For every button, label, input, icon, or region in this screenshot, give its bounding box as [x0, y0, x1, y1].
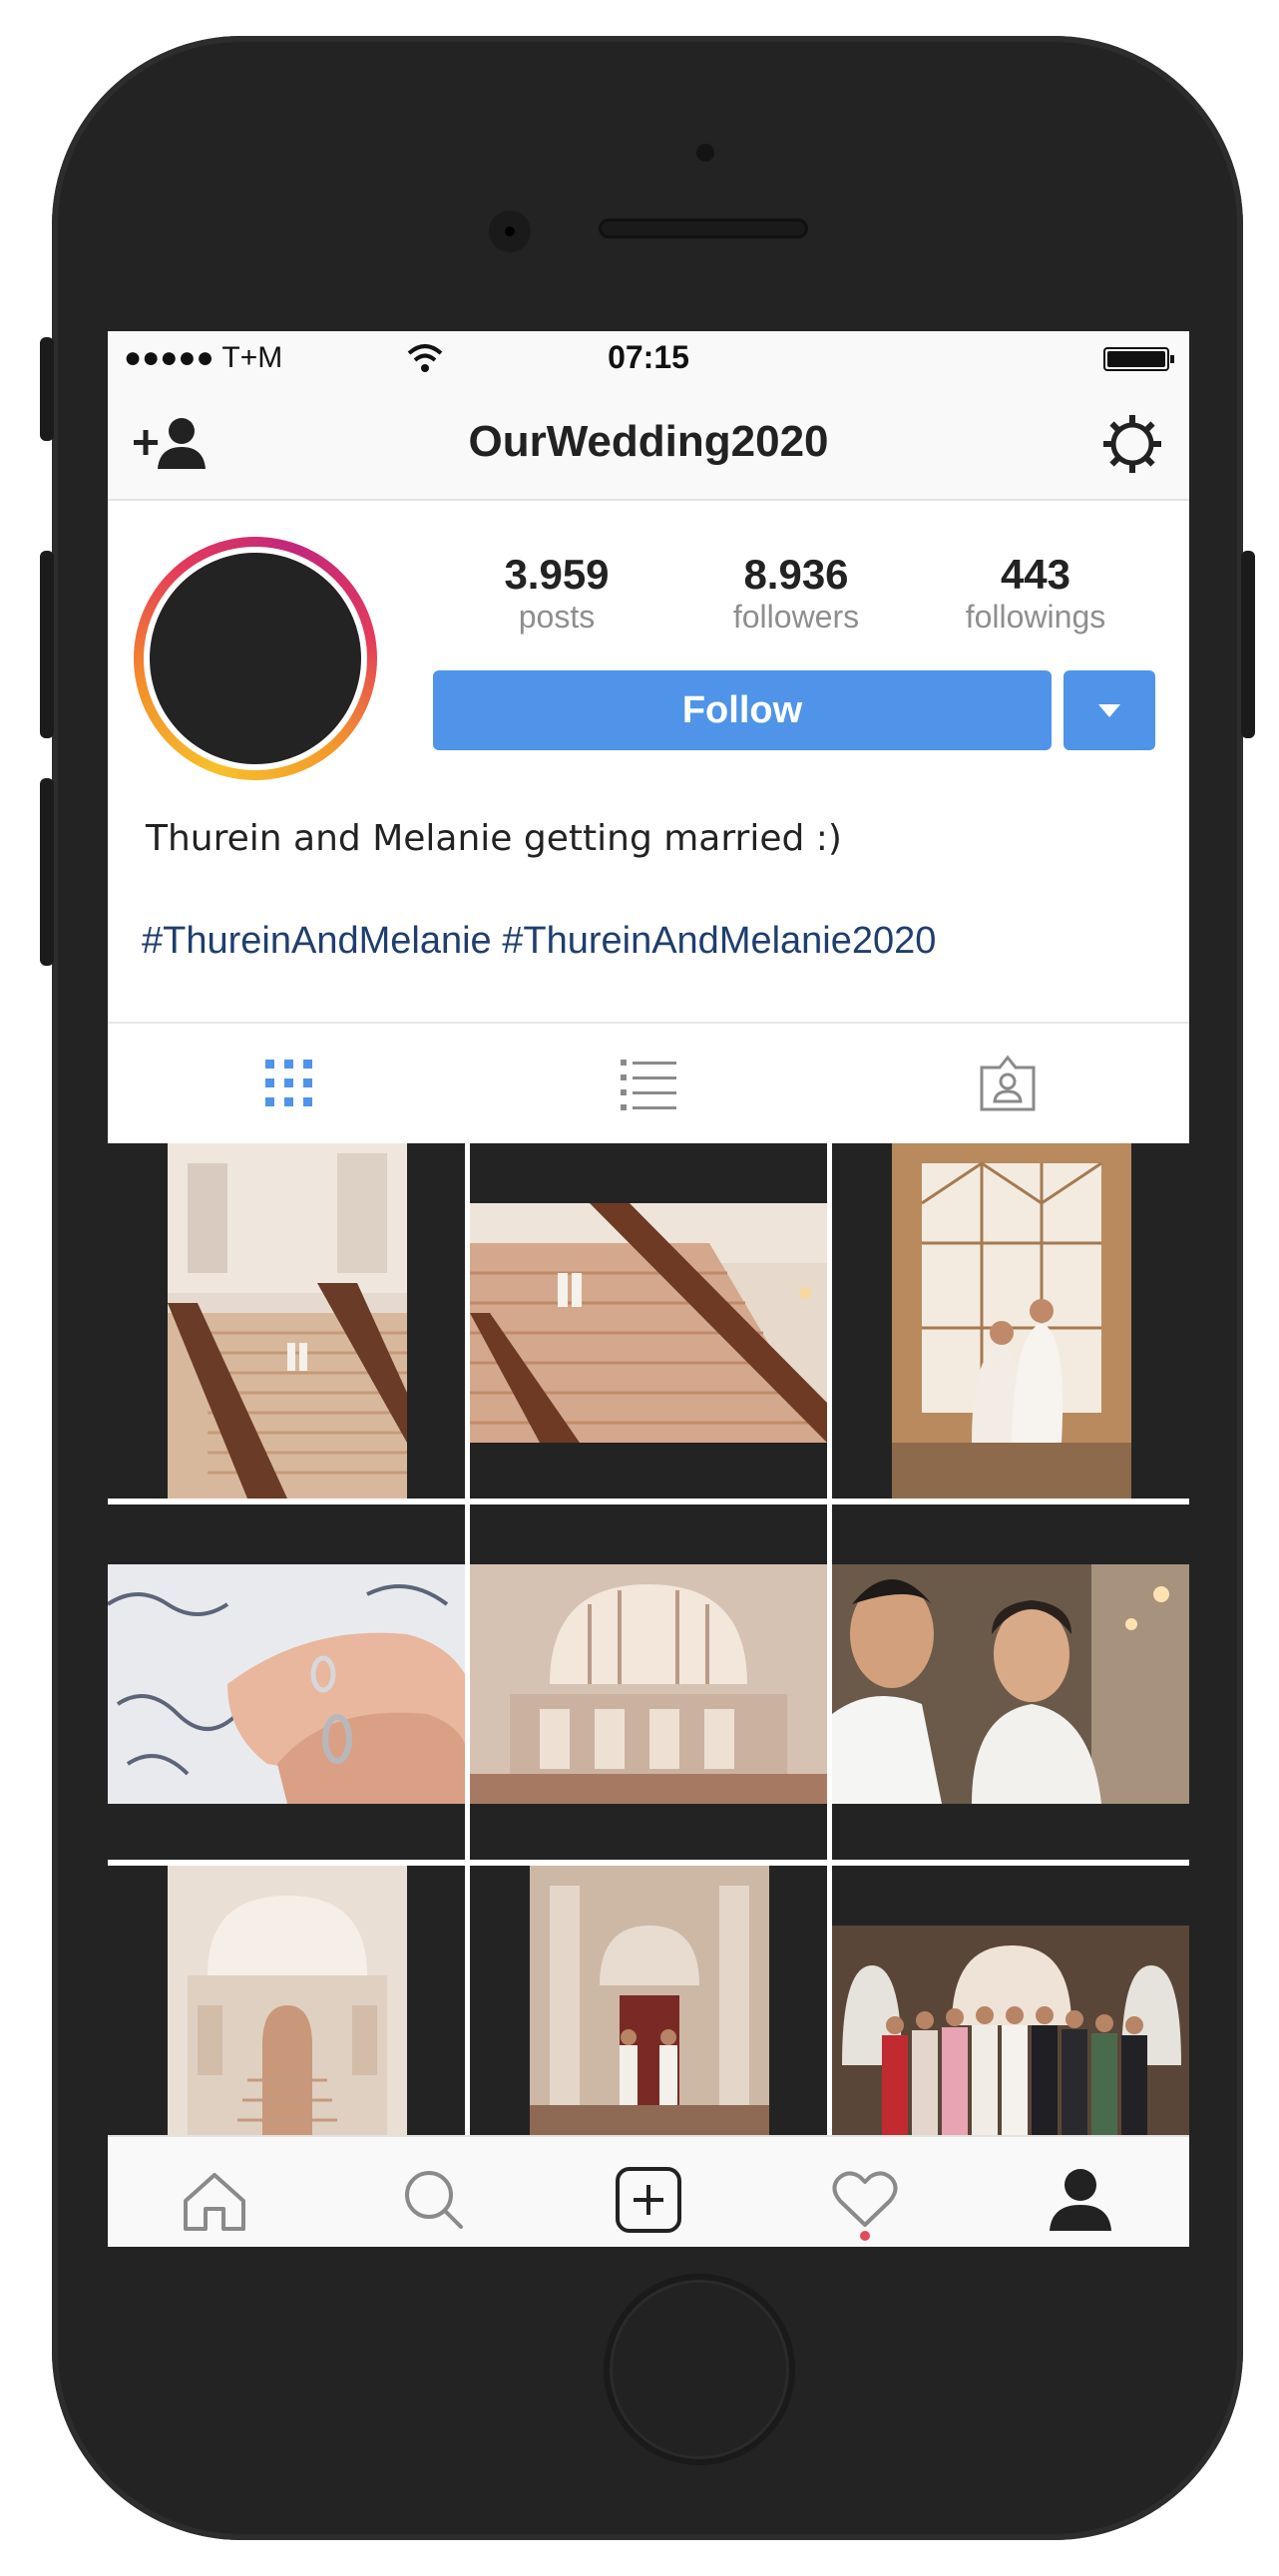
mute-switch[interactable]: [40, 337, 54, 441]
home-icon[interactable]: [180, 2167, 249, 2233]
hall-staircase: [168, 1866, 407, 2135]
stat-posts[interactable]: 3.959 posts: [457, 551, 656, 636]
add-post-icon[interactable]: [614, 2167, 683, 2233]
hands-with-rings: [108, 1564, 465, 1804]
volume-down-button[interactable]: [40, 778, 54, 966]
tagged-icon[interactable]: [978, 1054, 1038, 1113]
stat-followers[interactable]: 8.936 followers: [696, 551, 896, 636]
family-group-photo: [832, 1926, 1189, 2135]
stat-followings[interactable]: 443 followings: [936, 551, 1135, 636]
suggestions-dropdown-button[interactable]: [1064, 670, 1155, 750]
bio-text: Thurein and Melanie getting married :): [146, 818, 842, 859]
photo-tile[interactable]: [832, 1504, 1189, 1860]
home-button[interactable]: [604, 2274, 795, 2465]
photo-tile[interactable]: [470, 1866, 827, 2135]
couple-close-up: [832, 1564, 1189, 1804]
photo-tile[interactable]: [832, 1866, 1189, 2135]
grid-icon[interactable]: [259, 1054, 319, 1113]
grand-staircase-vertical: [168, 1143, 407, 1499]
stat-value: 3.959: [504, 551, 610, 598]
nav-bar: OurWedding2020: [108, 385, 1189, 501]
sensor: [696, 144, 714, 162]
status-bar: ●●●●● T+M 07:15: [108, 331, 1189, 385]
rotunda-interior: [470, 1564, 827, 1804]
stat-label: followings: [965, 599, 1106, 635]
content-tabs: [108, 1022, 1189, 1145]
photo-tile[interactable]: [470, 1143, 827, 1499]
grand-staircase-couple: [470, 1203, 827, 1443]
photo-tile[interactable]: [108, 1866, 465, 2135]
battery-icon: [1103, 347, 1174, 371]
screen: ●●●●● T+M 07:15 OurWedding2020 3.959 pos…: [108, 331, 1189, 2247]
earpiece-speaker: [599, 218, 808, 238]
photo-grid: [108, 1143, 1189, 2135]
photo-tile[interactable]: [470, 1504, 827, 1860]
stat-label: followers: [732, 599, 860, 635]
couple-in-doorway: [530, 1866, 769, 2135]
page-title: OurWedding2020: [468, 417, 829, 466]
list-icon[interactable]: [619, 1054, 678, 1113]
photo-tile[interactable]: [108, 1143, 465, 1499]
profile-section: 3.959 posts 8.936 followers 443 followin…: [108, 501, 1189, 1020]
search-icon[interactable]: [399, 2167, 469, 2233]
notification-dot: [860, 2231, 870, 2241]
stat-value: 443: [1000, 551, 1071, 598]
story-ring[interactable]: [134, 537, 377, 780]
front-camera: [489, 211, 531, 252]
avatar[interactable]: [144, 547, 367, 770]
stat-label: posts: [518, 599, 596, 635]
profile-icon[interactable]: [1046, 2167, 1115, 2233]
hashtags-link[interactable]: #ThureinAndMelanie #ThureinAndMelanie202…: [142, 920, 936, 963]
power-button[interactable]: [1241, 551, 1255, 738]
clock: 07:15: [608, 339, 689, 375]
bottom-tab-bar: [108, 2135, 1189, 2247]
photo-tile[interactable]: [108, 1504, 465, 1860]
follow-button[interactable]: Follow: [433, 670, 1052, 750]
stat-value: 8.936: [743, 551, 849, 598]
gear-icon[interactable]: [1101, 413, 1163, 475]
heart-icon[interactable]: [830, 2167, 900, 2233]
photo-tile[interactable]: [832, 1143, 1189, 1499]
volume-up-button[interactable]: [40, 551, 54, 738]
couple-by-window: [892, 1143, 1131, 1499]
